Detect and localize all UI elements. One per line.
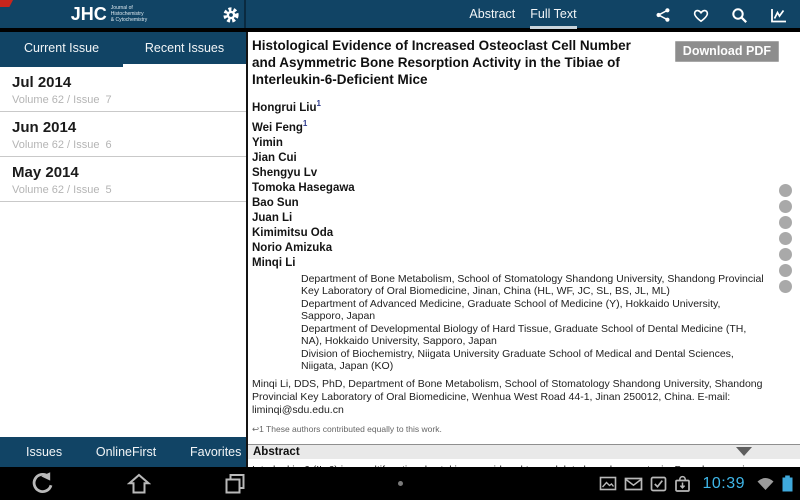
header-left: JHC Journal of Histochemistry & Cytochem…: [0, 0, 246, 28]
email-icon: [624, 476, 643, 492]
scroll-indicator-dot: [779, 184, 792, 197]
issue-list-item[interactable]: Jul 2014 Volume 62 / Issue 7: [0, 67, 246, 112]
issues-panel: Current Issue Recent Issues Jul 2014 Vol…: [0, 32, 246, 467]
search-icon[interactable]: [731, 7, 748, 24]
header-icons: [655, 0, 788, 30]
author-name[interactable]: Kimimitsu Oda: [252, 226, 800, 241]
author-footnote-marker: 1: [302, 118, 308, 128]
app-screen: JHC Journal of Histochemistry & Cytochem…: [0, 0, 800, 500]
share-icon[interactable]: [655, 7, 671, 23]
scroll-indicator-dot: [779, 232, 792, 245]
author-name[interactable]: Juan Li: [252, 211, 800, 226]
author-name[interactable]: Shengyu Lv: [252, 166, 800, 181]
article-title: Histological Evidence of Increased Osteo…: [252, 38, 631, 87]
scroll-indicator-dot: [779, 200, 792, 213]
affiliation-list: Department of Bone Metabolism, School of…: [301, 273, 765, 373]
correspondence-text: Minqi Li, DDS, PhD, Department of Bone M…: [252, 377, 763, 416]
logo-name: Journal of Histochemistry & Cytochemistr…: [110, 5, 148, 23]
home-icon[interactable]: [127, 472, 151, 496]
scroll-indicator-dot: [779, 248, 792, 261]
author-name[interactable]: Wei Feng1: [252, 116, 800, 136]
issue-list-item[interactable]: May 2014 Volume 62 / Issue 5: [0, 157, 246, 202]
author-name[interactable]: Yimin: [252, 136, 800, 151]
author-name[interactable]: Jian Cui: [252, 151, 800, 166]
author-footnote-marker: 1: [316, 99, 321, 108]
author-list: Hongrui Liu1 Wei Feng1 Yimin Jian Cui Sh…: [252, 96, 800, 271]
affiliation: Department of Developmental Biology of H…: [301, 322, 747, 348]
issue-tabs: Current Issue Recent Issues: [0, 32, 246, 67]
author-name[interactable]: Norio Amizuka: [252, 241, 800, 256]
author-name[interactable]: Bao Sun: [252, 196, 800, 211]
abstract-section-header[interactable]: Abstract: [248, 443, 800, 459]
metrics-icon[interactable]: [769, 7, 788, 24]
app-header: JHC Journal of Histochemistry & Cytochem…: [0, 0, 800, 30]
affiliation: Department of Bone Metabolism, School of…: [301, 272, 764, 298]
scroll-indicator[interactable]: [779, 184, 792, 293]
scroll-indicator-dot: [779, 264, 792, 277]
menu-dot-icon: [398, 481, 403, 486]
downloads-icon: [674, 475, 691, 492]
tab-abstract[interactable]: Abstract: [469, 0, 515, 29]
author-name[interactable]: Minqi Li: [252, 256, 800, 271]
back-icon[interactable]: [30, 471, 55, 496]
battery-icon: [782, 475, 793, 492]
issue-list-item[interactable]: Jun 2014 Volume 62 / Issue 6: [0, 112, 246, 157]
nav-item-issues[interactable]: Issues: [26, 445, 62, 459]
header-right: Abstract Full Text: [246, 0, 800, 30]
nav-item-favorites[interactable]: Favorites: [190, 445, 241, 459]
scroll-indicator-dot: [779, 280, 792, 293]
system-bar: 10:39: [0, 467, 800, 500]
equal-contribution-footnote: ↩1 These authors contributed equally to …: [252, 423, 442, 434]
issue-volume: Volume 62 / Issue 5: [12, 184, 112, 196]
issue-volume: Volume 62 / Issue 6: [12, 139, 112, 151]
tab-full-text[interactable]: Full Text: [530, 0, 577, 29]
scroll-indicator-dot: [779, 216, 792, 229]
logo-abbr: JHC: [70, 4, 107, 24]
article-panel: Histological Evidence of Increased Osteo…: [246, 32, 800, 467]
nav-item-onlinefirst[interactable]: OnlineFirst: [96, 445, 156, 459]
clock: 10:39: [702, 474, 745, 492]
gear-icon[interactable]: [223, 7, 239, 23]
bottom-nav: Issues OnlineFirst Favorites History: [0, 437, 246, 467]
abstract-heading: Abstract: [253, 445, 300, 458]
tasks-icon: [650, 475, 667, 492]
app-logo: JHC Journal of Histochemistry & Cytochem…: [71, 5, 147, 23]
collapse-triangle-icon[interactable]: [736, 447, 752, 457]
recents-icon[interactable]: [223, 472, 247, 496]
issue-month: Jul 2014: [12, 74, 72, 91]
affiliation: Department of Advanced Medicine, Graduat…: [301, 297, 721, 323]
tab-recent-issues[interactable]: Recent Issues: [123, 32, 246, 67]
affiliation: Division of Biochemistry, Niigata Univer…: [301, 347, 734, 373]
author-name[interactable]: Hongrui Liu1: [252, 96, 800, 116]
tab-current-issue[interactable]: Current Issue: [0, 32, 123, 67]
issue-volume: Volume 62 / Issue 7: [12, 94, 112, 106]
wifi-icon: [756, 476, 775, 491]
issue-month: May 2014: [12, 164, 79, 181]
issue-month: Jun 2014: [12, 119, 77, 136]
download-pdf-button[interactable]: Download PDF: [674, 41, 779, 62]
favorite-icon[interactable]: [692, 7, 710, 23]
gallery-icon: [599, 475, 617, 492]
author-name[interactable]: Tomoka Hasegawa: [252, 181, 800, 196]
